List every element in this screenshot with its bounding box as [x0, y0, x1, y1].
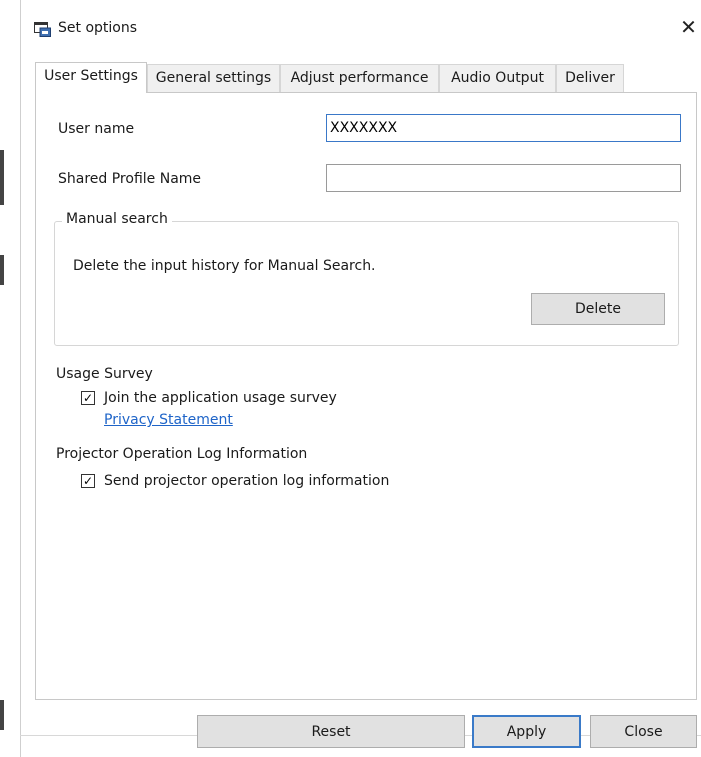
manual-search-description: Delete the input history for Manual Sear…: [73, 258, 376, 274]
usage-survey-checkbox-label: Join the application usage survey: [104, 390, 337, 406]
delete-button[interactable]: Delete: [531, 293, 665, 325]
shared-profile-label: Shared Profile Name: [58, 171, 202, 187]
tab-deliver[interactable]: Deliver: [556, 64, 624, 92]
close-icon[interactable]: ✕: [676, 14, 701, 40]
privacy-statement-link[interactable]: Privacy Statement: [104, 412, 233, 428]
background-window-edge: [0, 150, 4, 205]
reset-button[interactable]: Reset: [197, 715, 465, 748]
background-window-edge: [0, 255, 4, 285]
projector-log-heading: Projector Operation Log Information: [56, 446, 308, 462]
projector-log-checkbox-label: Send projector operation log information: [104, 473, 390, 489]
usage-survey-checkbox[interactable]: ✓: [81, 391, 95, 405]
usage-survey-heading: Usage Survey: [56, 366, 153, 382]
shared-profile-input[interactable]: [326, 164, 681, 192]
tab-audio-output[interactable]: Audio Output: [439, 64, 556, 92]
window-title: Set options: [58, 20, 138, 36]
manual-search-caption: Manual search: [62, 211, 172, 227]
tab-adjust-performance[interactable]: Adjust performance: [280, 64, 439, 92]
user-name-label: User name: [58, 121, 135, 137]
projector-log-checkbox[interactable]: ✓: [81, 474, 95, 488]
close-button[interactable]: Close: [590, 715, 697, 748]
tab-general-settings[interactable]: General settings: [147, 64, 280, 92]
manual-search-group: [54, 221, 679, 346]
background-window-edge: [0, 700, 4, 730]
window-left-border: [20, 0, 21, 757]
apply-button[interactable]: Apply: [472, 715, 581, 748]
user-name-input[interactable]: [326, 114, 681, 142]
app-window-icon: [34, 21, 51, 37]
tab-user-settings[interactable]: User Settings: [35, 62, 147, 93]
